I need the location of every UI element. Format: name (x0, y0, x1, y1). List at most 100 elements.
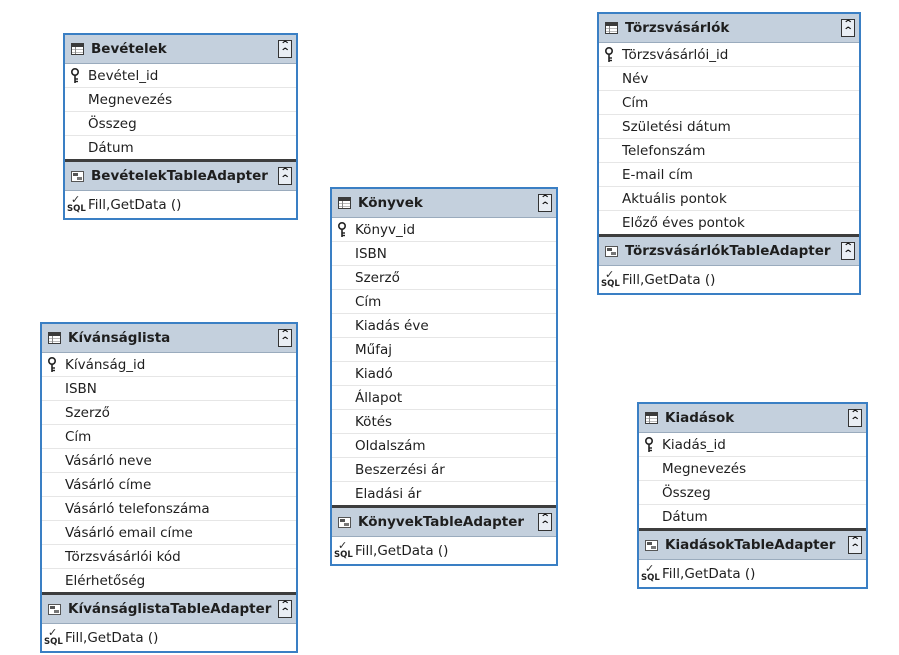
field-name: Összeg (88, 115, 137, 132)
field-list: Kiadás_id Megnevezés Összeg Dátum (639, 433, 866, 528)
field-name: Kiadás éve (355, 317, 429, 334)
field-row[interactable]: Vásárló telefonszáma (42, 497, 296, 521)
table-adapter-header[interactable]: TörzsvásárlókTableAdapter ⌃ ⌃ (599, 234, 859, 266)
table-bevetelek[interactable]: Bevételek ⌃ ⌃ Bevétel_id Megnevezés Össze… (63, 33, 298, 220)
sql-query-icon: ✓ SQL (334, 539, 353, 560)
table-adapter-header[interactable]: KiadásokTableAdapter ⌃ ⌃ (639, 528, 866, 560)
field-row[interactable]: Törzsvásárlói_id (599, 43, 859, 67)
field-list: Könyv_id ISBN Szerző Cím Kiadás éve Műfa… (332, 218, 556, 505)
table-icon (71, 43, 84, 55)
field-row[interactable]: Kiadás éve (332, 314, 556, 338)
field-row[interactable]: Cím (332, 290, 556, 314)
field-name: Vásárló címe (65, 476, 152, 493)
field-list: Bevétel_id Megnevezés Összeg Dátum (65, 64, 296, 159)
table-adapter-icon (48, 603, 61, 615)
table-icon (338, 197, 351, 209)
collapse-icon[interactable]: ⌃ ⌃ (841, 242, 855, 260)
field-row[interactable]: Cím (599, 91, 859, 115)
table-adapter-header[interactable]: BevételekTableAdapter ⌃ ⌃ (65, 159, 296, 191)
field-row[interactable]: Vásárló email címe (42, 521, 296, 545)
field-row[interactable]: Szerző (42, 401, 296, 425)
field-name: Aktuális pontok (622, 190, 727, 207)
table-header[interactable]: Bevételek ⌃ ⌃ (65, 35, 296, 64)
table-adapter-title: BevételekTableAdapter (91, 168, 268, 184)
field-row[interactable]: Aktuális pontok (599, 187, 859, 211)
adapter-method-row[interactable]: ✓ SQL Fill,GetData () (599, 266, 859, 293)
field-row[interactable]: Bevétel_id (65, 64, 296, 88)
table-kiadasok[interactable]: Kiadások ⌃ ⌃ Kiadás_id Megnevezés Összeg … (637, 402, 868, 589)
field-name: Törzsvásárlói kód (65, 548, 181, 565)
collapse-icon[interactable]: ⌃ ⌃ (848, 536, 862, 554)
field-name: Név (622, 70, 649, 87)
field-row[interactable]: ISBN (42, 377, 296, 401)
field-row[interactable]: ISBN (332, 242, 556, 266)
field-row[interactable]: Előző éves pontok (599, 211, 859, 234)
primary-key-icon (338, 222, 346, 237)
collapse-icon[interactable]: ⌃ ⌃ (841, 19, 855, 37)
field-name: Megnevezés (88, 91, 173, 108)
field-row[interactable]: Dátum (639, 505, 866, 528)
sql-query-icon: ✓ SQL (641, 562, 660, 583)
collapse-icon[interactable]: ⌃ ⌃ (538, 513, 552, 531)
adapter-method-row[interactable]: ✓ SQL Fill,GetData () (65, 191, 296, 218)
field-row[interactable]: Telefonszám (599, 139, 859, 163)
field-row[interactable]: Dátum (65, 136, 296, 159)
field-name: Könyv_id (355, 221, 416, 238)
field-name: Cím (65, 428, 92, 445)
field-name: Dátum (88, 139, 134, 156)
field-row[interactable]: Beszerzési ár (332, 458, 556, 482)
field-row[interactable]: Kívánság_id (42, 353, 296, 377)
field-row[interactable]: Név (599, 67, 859, 91)
field-row[interactable]: Összeg (639, 481, 866, 505)
field-row[interactable]: Szerző (332, 266, 556, 290)
adapter-method: Fill,GetData () (662, 565, 756, 582)
field-row[interactable]: Oldalszám (332, 434, 556, 458)
table-konyvek[interactable]: Könyvek ⌃ ⌃ Könyv_id ISBN Szerző Cím Kiad… (330, 187, 558, 566)
collapse-icon[interactable]: ⌃ ⌃ (538, 194, 552, 212)
adapter-method-row[interactable]: ✓ SQL Fill,GetData () (332, 537, 556, 564)
collapse-icon[interactable]: ⌃ ⌃ (278, 329, 292, 347)
field-row[interactable]: Műfaj (332, 338, 556, 362)
field-row[interactable]: E-mail cím (599, 163, 859, 187)
table-title: Bevételek (91, 41, 167, 57)
collapse-icon[interactable]: ⌃ ⌃ (278, 600, 292, 618)
field-row[interactable]: Kiadó (332, 362, 556, 386)
table-header[interactable]: Könyvek ⌃ ⌃ (332, 189, 556, 218)
primary-key-icon (71, 68, 79, 83)
field-row[interactable]: Megnevezés (639, 457, 866, 481)
field-row[interactable]: Eladási ár (332, 482, 556, 505)
field-name: E-mail cím (622, 166, 693, 183)
field-row[interactable]: Kiadás_id (639, 433, 866, 457)
table-header[interactable]: Törzsvásárlók ⌃ ⌃ (599, 14, 859, 43)
field-row[interactable]: Elérhetőség (42, 569, 296, 592)
field-row[interactable]: Cím (42, 425, 296, 449)
table-adapter-icon (71, 170, 84, 182)
field-row[interactable]: Összeg (65, 112, 296, 136)
collapse-icon[interactable]: ⌃ ⌃ (848, 409, 862, 427)
sql-query-icon: ✓ SQL (44, 626, 63, 647)
field-row[interactable]: Kötés (332, 410, 556, 434)
table-header[interactable]: Kívánságlista ⌃ ⌃ (42, 324, 296, 353)
collapse-icon[interactable]: ⌃ ⌃ (278, 167, 292, 185)
collapse-icon[interactable]: ⌃ ⌃ (278, 40, 292, 58)
field-row[interactable]: Megnevezés (65, 88, 296, 112)
field-row[interactable]: Törzsvásárlói kód (42, 545, 296, 569)
field-name: ISBN (65, 380, 97, 397)
field-row[interactable]: Vásárló címe (42, 473, 296, 497)
field-row[interactable]: Születési dátum (599, 115, 859, 139)
adapter-method-row[interactable]: ✓ SQL Fill,GetData () (42, 624, 296, 651)
table-adapter-header[interactable]: KönyvekTableAdapter ⌃ ⌃ (332, 505, 556, 537)
field-name: Összeg (662, 484, 711, 501)
field-row[interactable]: Könyv_id (332, 218, 556, 242)
table-adapter-header[interactable]: KívánságlistaTableAdapter ⌃ ⌃ (42, 592, 296, 624)
table-kivansaglista[interactable]: Kívánságlista ⌃ ⌃ Kívánság_id ISBN Szerző… (40, 322, 298, 653)
field-name: Vásárló email címe (65, 524, 193, 541)
adapter-method-row[interactable]: ✓ SQL Fill,GetData () (639, 560, 866, 587)
field-row[interactable]: Állapot (332, 386, 556, 410)
table-adapter-icon (605, 245, 618, 257)
field-row[interactable]: Vásárló neve (42, 449, 296, 473)
table-torzsvasarlok[interactable]: Törzsvásárlók ⌃ ⌃ Törzsvásárlói_id Név Cí… (597, 12, 861, 295)
table-header[interactable]: Kiadások ⌃ ⌃ (639, 404, 866, 433)
table-adapter-title: TörzsvásárlókTableAdapter (625, 243, 831, 259)
table-title: Kívánságlista (68, 330, 171, 346)
